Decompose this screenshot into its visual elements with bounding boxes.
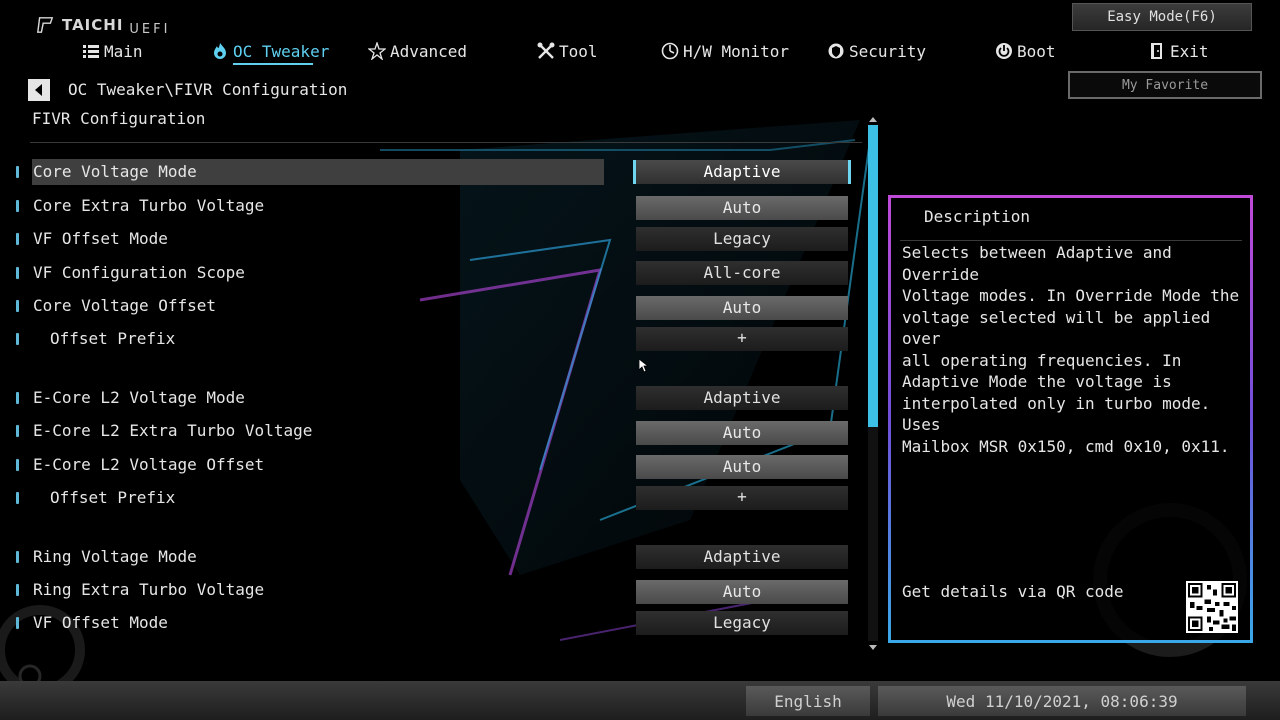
setting-row-ecore-offset-prefix[interactable]: Offset Prefix + xyxy=(0,485,860,511)
setting-row-ring-extra-turbo-voltage[interactable]: Ring Extra Turbo Voltage Auto xyxy=(0,577,860,604)
row-marker xyxy=(16,300,19,312)
my-favorite-button[interactable]: My Favorite xyxy=(1068,71,1262,99)
flame-icon xyxy=(214,43,226,59)
tab-hw-monitor[interactable]: H/W Monitor xyxy=(661,38,789,64)
breadcrumb: OC Tweaker\FIVR Configuration xyxy=(68,80,348,99)
row-marker xyxy=(16,392,19,404)
mouse-cursor-icon xyxy=(639,359,649,373)
setting-value-button[interactable]: + xyxy=(636,327,848,351)
brand-sub: UEFI xyxy=(129,22,171,37)
tab-boot-label: Boot xyxy=(1017,41,1056,61)
row-marker xyxy=(16,459,19,471)
row-marker xyxy=(16,200,19,212)
tab-security-label: Security xyxy=(849,41,927,61)
setting-label: Core Voltage Offset xyxy=(33,296,217,315)
tab-exit-label: Exit xyxy=(1170,41,1209,61)
setting-value-field[interactable]: Auto xyxy=(636,580,848,604)
tab-main[interactable]: Main xyxy=(82,38,143,64)
taichi-logo-icon xyxy=(36,17,54,33)
tab-advanced[interactable]: Advanced xyxy=(368,38,467,64)
row-marker xyxy=(16,425,19,437)
setting-row-ecore-l2-extra-turbo-voltage[interactable]: E-Core L2 Extra Turbo Voltage Auto xyxy=(0,418,860,445)
brand-name: TAICHI xyxy=(62,16,124,34)
tab-tool[interactable]: Tool xyxy=(537,38,598,64)
setting-label: Offset Prefix xyxy=(50,488,176,507)
tab-oc-tweaker-label: OC Tweaker xyxy=(233,41,330,61)
setting-value-field[interactable]: Auto xyxy=(636,455,848,479)
setting-value-button[interactable]: Adaptive xyxy=(633,160,851,184)
shield-icon xyxy=(828,43,844,59)
row-marker xyxy=(16,492,19,504)
setting-label: VF Configuration Scope xyxy=(33,263,245,282)
tab-advanced-label: Advanced xyxy=(390,41,468,61)
qr-code-label: Get details via QR code xyxy=(902,582,1124,601)
monitor-icon xyxy=(661,42,679,60)
setting-row-ring-vf-offset-mode[interactable]: VF Offset Mode Legacy xyxy=(0,610,860,636)
scrollbar-thumb[interactable] xyxy=(868,125,878,427)
setting-row-core-offset-prefix[interactable]: Offset Prefix + xyxy=(0,326,860,352)
setting-row-ecore-l2-voltage-offset[interactable]: E-Core L2 Voltage Offset Auto xyxy=(0,452,860,479)
setting-label: VF Offset Mode xyxy=(33,613,168,632)
setting-label: E-Core L2 Voltage Mode xyxy=(33,388,245,407)
exit-icon xyxy=(1151,43,1162,59)
tab-tool-label: Tool xyxy=(559,41,598,61)
setting-value-button[interactable]: All-core xyxy=(636,261,848,285)
setting-value-field[interactable]: Auto xyxy=(636,421,848,445)
row-marker xyxy=(16,166,19,178)
back-button[interactable] xyxy=(28,79,50,101)
description-divider xyxy=(900,240,1242,241)
easy-mode-button[interactable]: Easy Mode(F6) xyxy=(1072,3,1252,31)
setting-value-field[interactable]: Auto xyxy=(636,196,848,220)
power-icon xyxy=(996,43,1012,59)
tab-oc-tweaker[interactable]: OC Tweaker xyxy=(211,38,329,64)
row-marker xyxy=(16,267,19,279)
setting-row-ring-voltage-mode[interactable]: Ring Voltage Mode Adaptive xyxy=(0,544,860,570)
setting-value-button[interactable]: Adaptive xyxy=(636,386,848,410)
setting-value-button[interactable]: Legacy xyxy=(636,227,848,251)
tab-boot[interactable]: Boot xyxy=(995,38,1056,64)
active-tab-underline xyxy=(233,63,313,65)
setting-label: Core Extra Turbo Voltage xyxy=(33,196,265,215)
setting-label: Offset Prefix xyxy=(50,329,176,348)
scroll-down-arrow-icon[interactable] xyxy=(868,644,878,652)
datetime-display: Wed 11/10/2021, 08:06:39 xyxy=(878,686,1246,716)
page-title: FIVR Configuration xyxy=(32,109,206,128)
setting-label: VF Offset Mode xyxy=(33,229,168,248)
setting-row-vf-configuration-scope[interactable]: VF Configuration Scope All-core xyxy=(0,260,860,286)
setting-row-core-extra-turbo-voltage[interactable]: Core Extra Turbo Voltage Auto xyxy=(0,193,860,220)
tab-hw-monitor-label: H/W Monitor xyxy=(683,41,789,61)
row-marker xyxy=(16,233,19,245)
language-button[interactable]: English xyxy=(746,686,870,716)
setting-label: Ring Voltage Mode xyxy=(33,547,197,566)
list-icon xyxy=(83,45,99,58)
qr-code-icon xyxy=(1186,581,1238,633)
setting-row-vf-offset-mode[interactable]: VF Offset Mode Legacy xyxy=(0,226,860,252)
setting-label: Core Voltage Mode xyxy=(33,162,197,181)
tab-exit[interactable]: Exit xyxy=(1148,38,1209,64)
title-divider xyxy=(30,142,862,143)
tab-security[interactable]: Security xyxy=(827,38,926,64)
setting-label: Ring Extra Turbo Voltage xyxy=(33,580,265,599)
row-marker xyxy=(16,551,19,563)
setting-value-button[interactable]: Legacy xyxy=(636,611,848,635)
row-marker xyxy=(16,584,19,596)
setting-value-button[interactable]: Adaptive xyxy=(636,545,848,569)
setting-label: E-Core L2 Voltage Offset xyxy=(33,455,265,474)
star-icon xyxy=(368,42,386,60)
row-marker xyxy=(16,617,19,629)
description-title: Description xyxy=(924,207,1030,226)
setting-value-field[interactable]: Auto xyxy=(636,296,848,320)
setting-row-core-voltage-mode[interactable]: Core Voltage Mode Adaptive xyxy=(0,159,860,185)
tools-icon xyxy=(537,42,555,59)
setting-row-core-voltage-offset[interactable]: Core Voltage Offset Auto xyxy=(0,293,860,320)
brand-logo: TAICHI UEFI xyxy=(36,8,171,37)
description-text: Selects between Adaptive and Override Vo… xyxy=(902,243,1240,456)
tab-main-label: Main xyxy=(104,41,143,61)
row-marker xyxy=(16,333,19,345)
setting-value-button[interactable]: + xyxy=(636,486,848,510)
setting-label: E-Core L2 Extra Turbo Voltage xyxy=(33,421,313,440)
scroll-up-arrow-icon[interactable] xyxy=(868,115,878,123)
setting-row-ecore-l2-voltage-mode[interactable]: E-Core L2 Voltage Mode Adaptive xyxy=(0,385,860,411)
back-arrow-icon xyxy=(35,84,42,96)
